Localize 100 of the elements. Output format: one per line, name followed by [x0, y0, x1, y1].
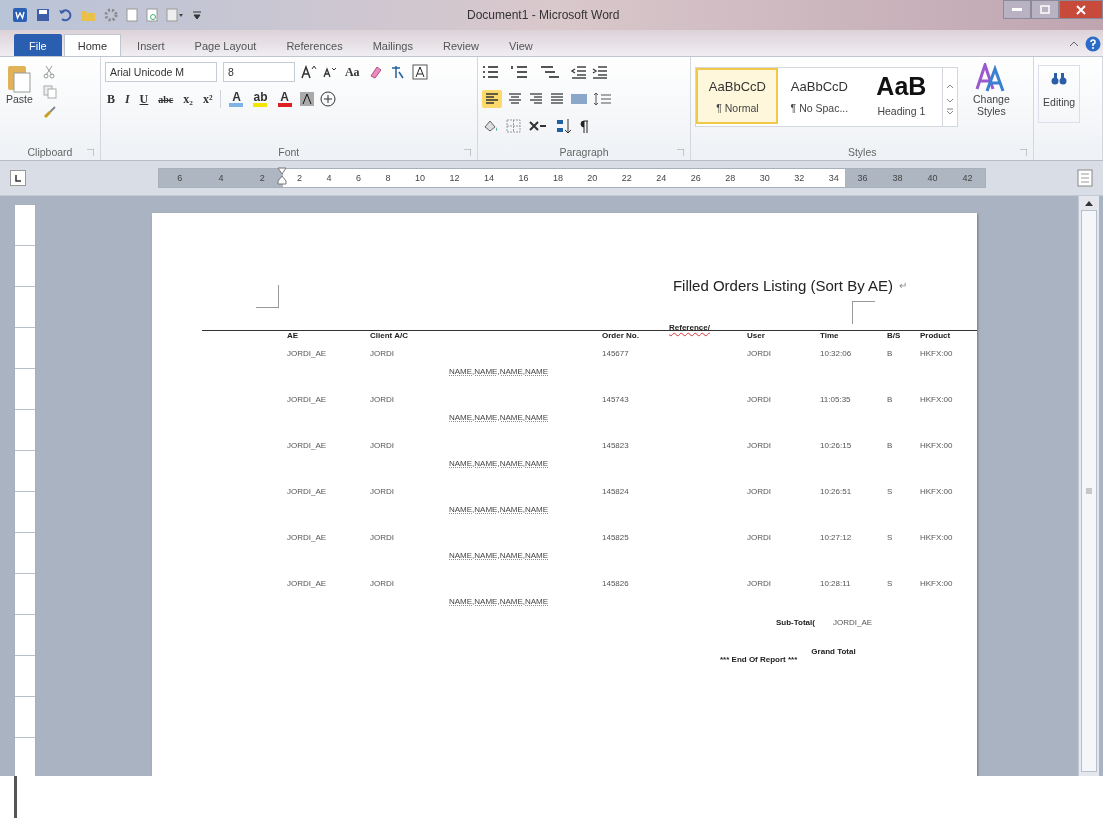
maximize-button[interactable]	[1031, 0, 1059, 19]
table-cell: NAME,NAME,NAME,NAME	[449, 459, 549, 468]
table-cell-text: 10:26:15	[820, 440, 853, 450]
ruler-number: 4	[326, 173, 332, 183]
group-label: Styles	[847, 146, 877, 158]
change-case-button[interactable]: Aa	[342, 64, 362, 80]
report-title: Filled Orders Listing (Sort By AE)	[672, 277, 893, 294]
enclose-character-icon[interactable]	[319, 91, 336, 107]
sort-icon[interactable]	[554, 118, 573, 134]
save-icon[interactable]	[36, 8, 50, 22]
decrease-indent-icon[interactable]	[570, 65, 587, 79]
style-option[interactable]: AaBbCcD ¶ Normal	[696, 68, 779, 124]
ribbon-tab[interactable]: Page Layout	[180, 34, 271, 56]
table-cell-text: 10:32:06	[820, 348, 853, 358]
table-cell-text: JORDI_AE	[287, 578, 328, 588]
table-cell: NAME,NAME,NAME,NAME	[449, 413, 549, 422]
table-cell-text: HKFX:00	[920, 486, 954, 496]
format-button[interactable]: U	[137, 91, 151, 107]
vertical-scrollbar[interactable]	[1078, 196, 1099, 776]
change-styles-button[interactable]: Change Styles	[964, 61, 1019, 119]
ruler-number: 36	[857, 173, 868, 183]
line-spacing-icon[interactable]	[592, 92, 613, 106]
ruler-number: 2	[297, 173, 302, 183]
ruler-number: 12	[449, 173, 460, 183]
paste-button[interactable]: Paste	[4, 61, 35, 144]
ruler-number: 2	[259, 173, 265, 183]
ruler-number: 32	[794, 173, 805, 183]
table-cell-text: JORDI	[370, 394, 395, 404]
ruler-number: 6	[177, 173, 183, 183]
increase-indent-icon[interactable]	[591, 65, 608, 79]
brush-icon[interactable]	[42, 105, 57, 119]
shrink-font-icon[interactable]	[322, 66, 337, 78]
color-button[interactable]: A	[227, 91, 246, 107]
crop-mark	[256, 285, 279, 308]
table-cell-text: JORDI	[747, 348, 772, 358]
subtotal-label: Sub-Total(	[776, 618, 815, 627]
font-family-field[interactable]: Arial Unicode M	[104, 62, 217, 82]
ruler-number: 14	[483, 173, 494, 183]
column-header: User	[747, 331, 766, 340]
ribbon-tab[interactable]: References	[272, 34, 357, 56]
ribbon-tab[interactable]: Mailings	[358, 34, 427, 56]
scroll-up-icon[interactable]	[1085, 200, 1093, 206]
help-icon[interactable]	[1085, 36, 1101, 52]
table-cell-text: S	[887, 578, 894, 588]
ruler-number: 24	[656, 173, 667, 183]
distribute-icon[interactable]	[569, 92, 588, 106]
ribbon-tab[interactable]: Review	[429, 34, 494, 56]
print-preview-icon[interactable]	[146, 8, 158, 22]
align-center-icon[interactable]	[506, 92, 523, 106]
column-header: Product	[920, 331, 952, 340]
minimize-button[interactable]	[1003, 0, 1031, 19]
group-label: Font	[278, 146, 300, 158]
table-cell-text: JORDI	[370, 348, 395, 358]
customize-toolbar-icon[interactable]	[192, 10, 202, 20]
table-cell-text: 145824	[602, 486, 630, 496]
subtotal-value: JORDI_AE	[832, 618, 873, 627]
character-shading-icon[interactable]	[299, 92, 314, 106]
color-button[interactable]: ab	[251, 91, 270, 107]
color-button[interactable]: A	[275, 91, 294, 107]
align-right-icon[interactable]	[527, 92, 544, 106]
column-header: Time	[820, 331, 840, 340]
page-dropdown-icon[interactable]	[166, 8, 184, 22]
align-left-icon[interactable]	[481, 90, 502, 108]
ruler-number: 40	[927, 173, 938, 183]
format-button[interactable]: x₂	[181, 91, 195, 107]
close-button[interactable]	[1059, 0, 1103, 19]
table-cell-text: JORDI	[370, 532, 395, 542]
undo-icon[interactable]	[58, 8, 72, 22]
ruler-number: 8	[385, 173, 391, 183]
font-size-field[interactable]: 8	[222, 62, 295, 82]
table-cell-text: S	[887, 532, 894, 542]
character-border-icon[interactable]	[411, 64, 428, 80]
table-cell-text: JORDI_AE	[287, 486, 328, 496]
minimize-ribbon-icon[interactable]	[1069, 39, 1079, 49]
ruler-number: 4	[218, 173, 224, 183]
table-cell-text: JORDI_AE	[287, 440, 328, 450]
justify-icon[interactable]	[548, 92, 565, 106]
cut-icon[interactable]	[42, 65, 55, 79]
ribbon-tab[interactable]: Insert	[123, 34, 179, 56]
ribbon-tab[interactable]: Home	[63, 34, 122, 56]
format-button[interactable]: abc	[156, 93, 176, 105]
grow-font-icon[interactable]	[300, 65, 317, 79]
column-header: Client A/C	[370, 331, 409, 340]
format-button[interactable]: x²	[200, 91, 215, 107]
ribbon-tab[interactable]: File	[14, 34, 62, 56]
phonetic-guide-icon[interactable]	[389, 64, 406, 80]
ribbon-tab[interactable]: View	[495, 34, 547, 56]
column-header: Order No.	[602, 331, 640, 340]
page-icon[interactable]	[126, 8, 138, 22]
editing-button[interactable]: Editing	[1038, 65, 1081, 123]
format-button[interactable]: I	[122, 91, 132, 107]
table-cell: NAME,NAME,NAME,NAME	[449, 367, 549, 376]
tab-selector-icon[interactable]	[10, 170, 26, 186]
borders-icon[interactable]	[504, 118, 523, 134]
format-button[interactable]: B	[104, 91, 117, 107]
table-cell-text: S	[887, 486, 894, 496]
minimize-icon	[1012, 7, 1022, 12]
table-cell: NAME,NAME,NAME,NAME	[449, 505, 549, 514]
show-marks-icon[interactable]	[577, 118, 590, 134]
app-logo-icon[interactable]	[12, 7, 28, 23]
